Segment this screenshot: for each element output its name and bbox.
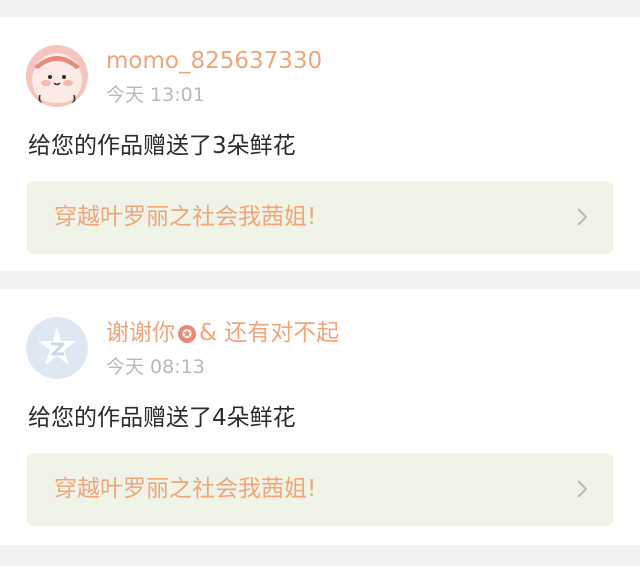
default-z-avatar-icon — [26, 317, 88, 379]
notification-card: momo_825637330 今天 13:01 给您的作品赠送了3朵鲜花 穿越叶… — [0, 17, 640, 271]
username[interactable]: momo_825637330 — [106, 45, 322, 77]
notification-feed: momo_825637330 今天 13:01 给您的作品赠送了3朵鲜花 穿越叶… — [0, 0, 640, 566]
username[interactable]: 谢谢你 ✪ & 还有对不起 — [106, 317, 339, 349]
work-link[interactable]: 穿越叶罗丽之社会我茜姐! — [27, 181, 613, 254]
timestamp: 今天 08:13 — [106, 356, 205, 378]
star-emoji-icon: ✪ — [178, 325, 196, 343]
work-link[interactable]: 穿越叶罗丽之社会我茜姐! — [27, 453, 613, 526]
user-avatar[interactable] — [26, 317, 88, 379]
gift-message: 给您的作品赠送了3朵鲜花 — [28, 133, 296, 159]
chevron-right-icon — [577, 480, 588, 498]
work-title: 穿越叶罗丽之社会我茜姐! — [54, 204, 317, 230]
user-avatar[interactable] — [26, 45, 88, 107]
work-title: 穿越叶罗丽之社会我茜姐! — [54, 476, 317, 502]
chevron-right-icon — [577, 208, 588, 226]
notification-card: 谢谢你 ✪ & 还有对不起 今天 08:13 给您的作品赠送了4朵鲜花 穿越叶罗丽之… — [0, 289, 640, 545]
cartoon-pig-avatar-icon — [26, 45, 88, 107]
username-part1: 谢谢你 — [106, 320, 175, 346]
username-part2: & 还有对不起 — [199, 320, 340, 346]
gift-message: 给您的作品赠送了4朵鲜花 — [28, 405, 296, 431]
timestamp: 今天 13:01 — [106, 84, 205, 106]
